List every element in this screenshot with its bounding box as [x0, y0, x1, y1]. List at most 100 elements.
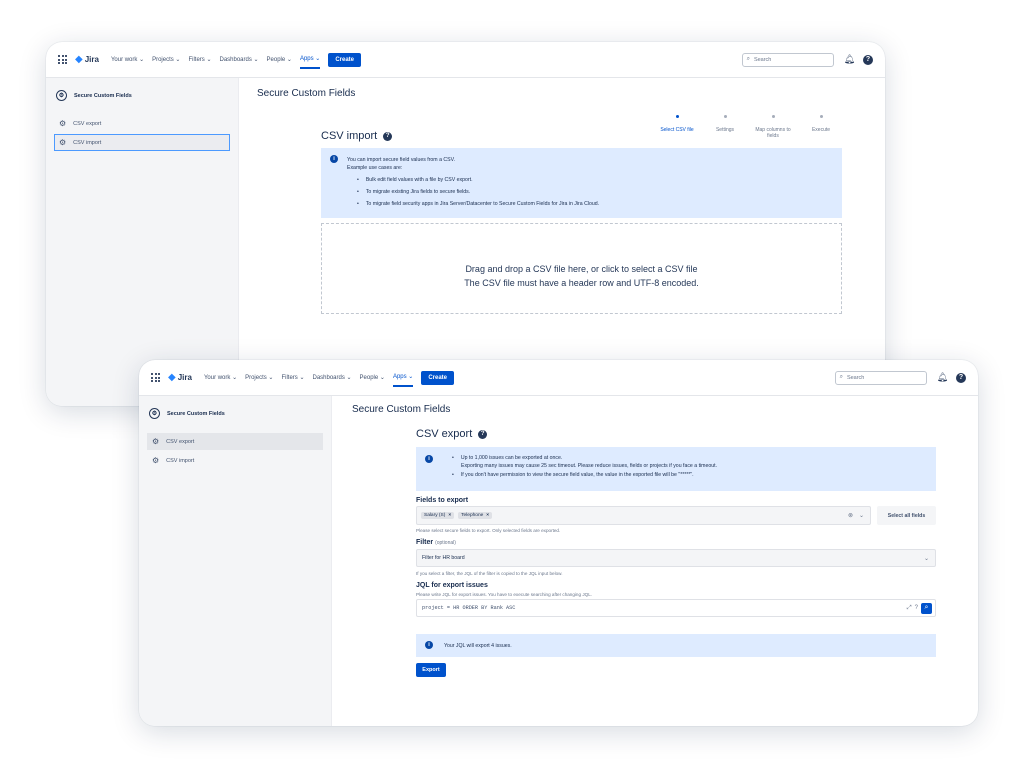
export-info-panel: i Up to 1,000 issues can be exported at … — [416, 447, 936, 491]
import-stepper: Select CSV file Settings Map columns to … — [653, 115, 845, 139]
field-tag[interactable]: Telephone × — [458, 512, 493, 519]
csv-import-title: CSV import ? — [321, 130, 393, 142]
top-navigation: ◆ Jira Your work ⌄ Projects ⌄ Filters ⌄ D… — [46, 42, 885, 78]
create-button[interactable]: Create — [421, 370, 454, 385]
help-icon[interactable]: ? — [478, 429, 488, 439]
nav-your-work[interactable]: Your work ⌄ — [204, 374, 237, 381]
nav-projects[interactable]: Projects ⌄ — [245, 374, 273, 381]
info-icon: i — [425, 641, 433, 649]
nav-your-work[interactable]: Your work ⌄ — [111, 56, 144, 63]
info-bullet: To migrate field security apps in Jira S… — [357, 200, 599, 208]
chevron-down-icon[interactable]: ⌄ — [859, 512, 864, 519]
info-bullet: Up to 1,000 issues can be exported at on… — [452, 455, 717, 463]
jql-help-text: Please write JQL for export issues. You … — [416, 592, 593, 597]
fields-to-export-select[interactable]: Salary (S) × Telephone × ⊗ ⌄ — [416, 506, 871, 525]
app-switcher-icon[interactable] — [151, 373, 160, 382]
nav-people[interactable]: People ⌄ — [360, 374, 385, 381]
nav-apps[interactable]: Apps ⌄ — [299, 50, 321, 69]
sidebar-item-csv-import[interactable]: ⚙ CSV import — [54, 134, 230, 151]
csv-drop-zone[interactable]: Drag and drop a CSV file here, or click … — [321, 223, 842, 314]
filter-label: Filter (optional) — [416, 539, 456, 546]
select-all-fields-button[interactable]: Select all fields — [877, 506, 936, 525]
step-dot — [723, 115, 727, 118]
search-input[interactable]: ⌕ Search — [741, 52, 834, 67]
fields-to-export-label: Fields to export — [416, 497, 469, 504]
main-content: Secure Custom Fields CSV export ? i Up t… — [332, 396, 978, 726]
gear-icon: ⚙ — [152, 456, 160, 465]
remove-tag-icon[interactable]: × — [448, 513, 451, 518]
gear-icon: ⚙ — [59, 119, 67, 128]
step-settings[interactable]: Settings — [701, 115, 749, 139]
help-icon[interactable]: ? — [863, 54, 873, 65]
nav-dashboards[interactable]: Dashboards ⌄ — [220, 56, 259, 63]
nav-filters[interactable]: Filters ⌄ — [281, 374, 304, 381]
info-bullet: To migrate existing Jira fields to secur… — [357, 188, 599, 196]
create-button[interactable]: Create — [328, 52, 361, 67]
remove-tag-icon[interactable]: × — [486, 513, 489, 518]
gear-icon: ⚙ — [152, 437, 160, 446]
csv-export-window: ◆ Jira Your work ⌄ Projects ⌄ Filters ⌄ D… — [139, 360, 978, 726]
jira-logo-icon: ◆ — [168, 372, 176, 383]
sidebar-app-header[interactable]: ⚙ Secure Custom Fields — [54, 90, 230, 101]
info-line: Example use cases are: — [347, 165, 403, 171]
nav-filters[interactable]: Filters ⌄ — [188, 56, 211, 63]
nav-people[interactable]: People ⌄ — [267, 56, 292, 63]
top-navigation: ◆ Jira Your work ⌄ Projects ⌄ Filters ⌄ D… — [139, 360, 978, 396]
jql-label: JQL for export issues — [416, 582, 488, 589]
help-icon[interactable]: ? — [956, 372, 966, 383]
app-icon: ⚙ — [149, 408, 160, 419]
step-dot — [819, 115, 823, 118]
expand-icon[interactable]: ⤢ — [907, 605, 912, 612]
step-dot — [771, 115, 775, 118]
step-execute[interactable]: Execute — [797, 115, 845, 139]
info-bullet: Bulk edit field values with a file by CS… — [357, 176, 599, 184]
export-result-panel: i Your JQL will export 4 issues. — [416, 634, 936, 657]
optional-label: (optional) — [435, 540, 456, 546]
main-content: Secure Custom Fields CSV import ? Select… — [239, 78, 885, 406]
filter-select[interactable]: Filter for HR board ⌄ — [416, 549, 936, 567]
search-icon[interactable]: ⌕ — [921, 602, 932, 614]
page-title: Secure Custom Fields — [257, 88, 356, 99]
page-title: Secure Custom Fields — [352, 404, 451, 415]
sidebar-item-csv-export[interactable]: ⚙ CSV export — [147, 433, 323, 450]
app-icon: ⚙ — [56, 90, 67, 101]
sidebar: ⚙ Secure Custom Fields ⚙ CSV export ⚙ CS… — [46, 78, 239, 406]
search-input[interactable]: ⌕ Search — [834, 370, 927, 385]
filter-help-text: If you select a filter, the JQL of the f… — [416, 571, 563, 576]
step-map-columns[interactable]: Map columns to fields — [749, 115, 797, 139]
search-icon: ⌕ — [839, 374, 843, 380]
help-icon[interactable]: ? — [915, 605, 918, 611]
clear-icon[interactable]: ⊗ — [848, 512, 853, 519]
export-button[interactable]: Export — [416, 663, 446, 677]
info-subline: Exporting many issues may cause 25 sec t… — [461, 462, 718, 469]
sidebar: ⚙ Secure Custom Fields ⚙ CSV export ⚙ CS… — [139, 396, 332, 726]
sidebar-item-csv-export[interactable]: ⚙ CSV export — [54, 115, 230, 132]
jql-input[interactable]: project = HR ORDER BY Rank ASC ⤢ ? ⌕ — [416, 599, 936, 617]
csv-import-window: ◆ Jira Your work ⌄ Projects ⌄ Filters ⌄ D… — [46, 42, 885, 406]
info-icon: i — [425, 455, 433, 463]
jira-logo[interactable]: ◆ Jira — [168, 372, 192, 383]
import-info-panel: i You can import secure field values fro… — [321, 148, 842, 218]
info-bullet: If you don't have permission to view the… — [452, 472, 717, 480]
fields-help-text: Please select secure fields to export. O… — [416, 528, 561, 533]
app-switcher-icon[interactable] — [58, 55, 67, 64]
sidebar-app-header[interactable]: ⚙ Secure Custom Fields — [147, 408, 323, 419]
nav-projects[interactable]: Projects ⌄ — [152, 56, 180, 63]
field-tag[interactable]: Salary (S) × — [421, 512, 455, 519]
help-icon[interactable]: ? — [383, 131, 393, 141]
notifications-icon[interactable]: 🔔︎ — [844, 54, 855, 65]
info-line: You can import secure field values from … — [347, 157, 456, 163]
chevron-down-icon: ⌄ — [923, 555, 929, 562]
result-text: Your JQL will export 4 issues. — [444, 642, 512, 649]
step-dot — [675, 115, 679, 118]
jira-logo[interactable]: ◆ Jira — [75, 54, 99, 65]
gear-icon: ⚙ — [59, 138, 67, 147]
step-select-csv-file[interactable]: Select CSV file — [653, 115, 701, 139]
info-icon: i — [330, 155, 338, 163]
notifications-icon[interactable]: 🔔︎ — [937, 372, 948, 383]
nav-dashboards[interactable]: Dashboards ⌄ — [313, 374, 352, 381]
csv-export-title: CSV export ? — [416, 428, 488, 440]
jira-logo-icon: ◆ — [75, 54, 83, 65]
nav-apps[interactable]: Apps ⌄ — [392, 368, 414, 387]
sidebar-item-csv-import[interactable]: ⚙ CSV import — [147, 452, 323, 469]
